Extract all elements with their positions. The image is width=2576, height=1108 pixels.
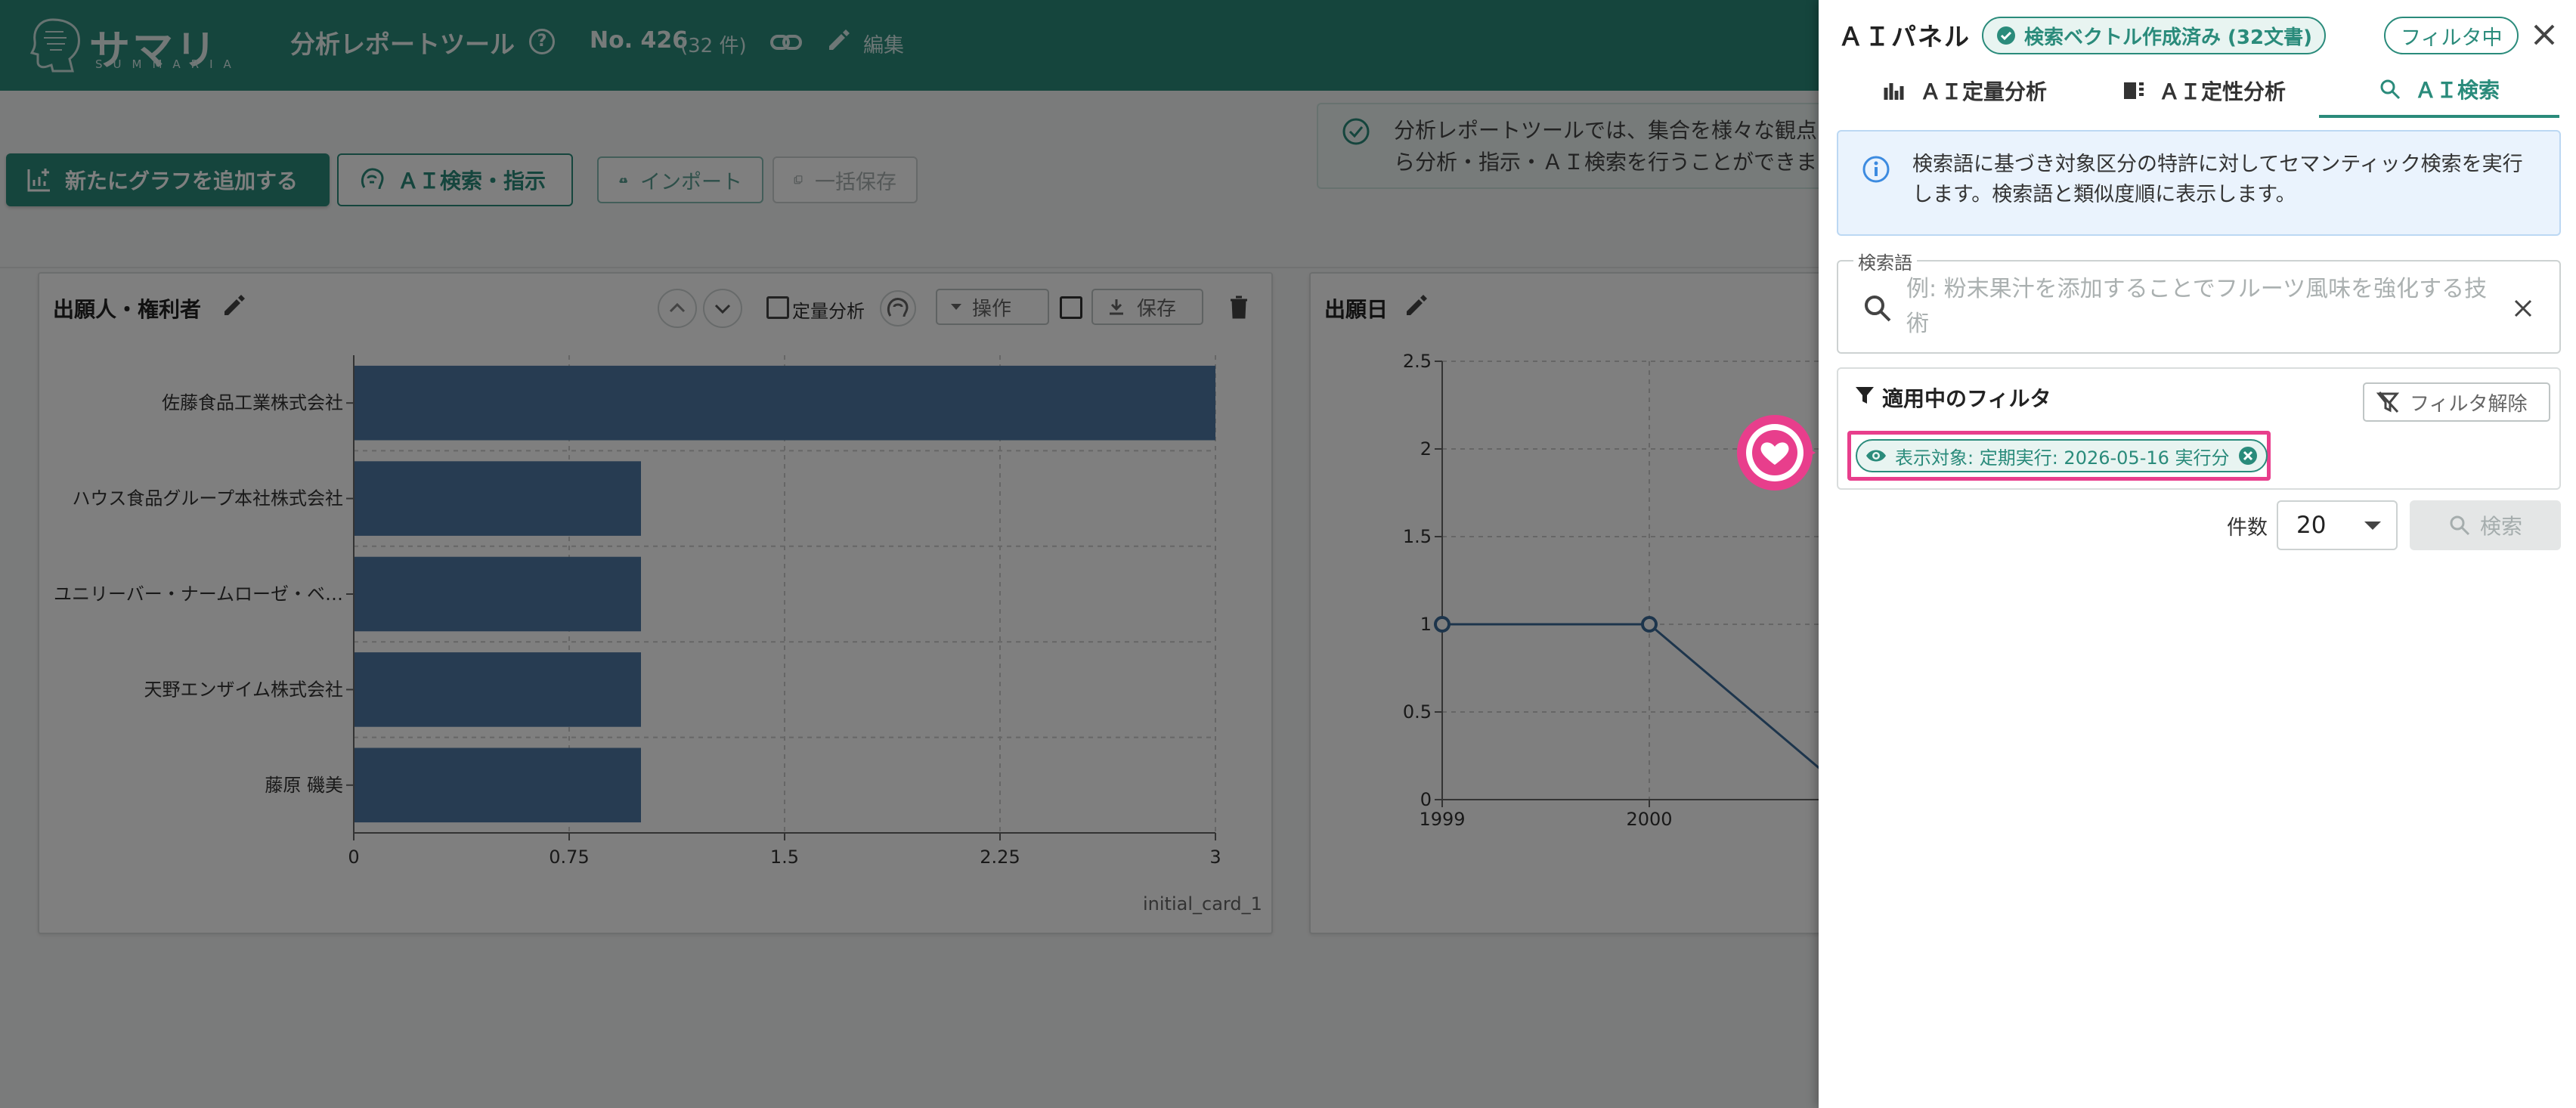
search-icon xyxy=(2380,79,2401,100)
tab-label: ＡＩ定量分析 xyxy=(1920,79,2048,104)
count-select[interactable]: 20 xyxy=(2277,500,2398,550)
panel-title: ＡＩパネル xyxy=(1838,22,1971,51)
info-box: 検索語に基づき対象区分の特許に対してセマンティック検索を実行します。検索語と類似… xyxy=(1837,130,2561,236)
filter-chip[interactable]: 表示対象: 定期実行: 2026-05-16 実行分 xyxy=(1856,439,2268,472)
bar-chart-icon xyxy=(1884,83,1904,100)
filter-active-chip[interactable]: フィルタ中 xyxy=(2384,17,2519,54)
search-icon xyxy=(1865,296,1891,322)
info-icon xyxy=(1862,156,1890,183)
caret-down-icon xyxy=(2364,522,2381,530)
filters-title: 適用中のフィルタ xyxy=(1882,386,2051,411)
ai-panel: ＡＩパネル 検索ベクトル作成済み (32文書) フィルタ中 ＡＩ定量分析 ＡＩ定… xyxy=(1819,0,2576,1108)
app-root: サマリア SUMMARIA 分析レポートツール ? No. 426 (32 件)… xyxy=(0,0,2576,1108)
vector-status-label: 検索ベクトル作成済み (32文書) xyxy=(2024,26,2312,49)
search-icon xyxy=(2450,515,2470,536)
tab-ai-search[interactable]: ＡＩ検索 xyxy=(2319,63,2559,118)
check-circle-icon xyxy=(1997,26,2015,45)
count-label: 件数 xyxy=(2227,516,2268,540)
active-filters: 適用中のフィルタ フィルタ解除 表示対象: 定期実行: 2026-05-16 実… xyxy=(1837,367,2561,490)
tab-ai-qual[interactable]: ＡＩ定性分析 xyxy=(2122,63,2286,118)
filter-off-icon xyxy=(2376,391,2400,413)
close-icon[interactable] xyxy=(2529,20,2559,50)
eye-icon xyxy=(1866,450,1886,462)
heart-pointer-icon xyxy=(1737,415,1816,491)
filter-chip-label: 表示対象: 定期実行: 2026-05-16 実行分 xyxy=(1895,447,2230,469)
clear-filters-button[interactable]: フィルタ解除 xyxy=(2363,382,2550,422)
search-field: 検索語 xyxy=(1837,248,2561,354)
tab-label: ＡＩ検索 xyxy=(2414,78,2500,103)
clear-icon[interactable] xyxy=(2509,295,2537,322)
panel-tabs: ＡＩ定量分析 ＡＩ定性分析 ＡＩ検索 xyxy=(1819,63,2576,118)
count-value: 20 xyxy=(2296,512,2327,539)
list-icon xyxy=(2124,82,2144,99)
filter-chip-highlight: 表示対象: 定期実行: 2026-05-16 実行分 xyxy=(1847,431,2271,481)
vector-status-badge: 検索ベクトル作成済み (32文書) xyxy=(1982,17,2326,54)
tab-ai-quant[interactable]: ＡＩ定量分析 xyxy=(1884,63,2047,118)
search-input[interactable] xyxy=(1906,272,2503,345)
search-button-label: 検索 xyxy=(2479,514,2522,539)
info-text: 検索語に基づき対象区分の特許に対してセマンティック検索を実行します。検索語と類似… xyxy=(1912,153,2523,206)
clear-filters-label: フィルタ解除 xyxy=(2410,392,2528,416)
modal-backdrop[interactable] xyxy=(0,0,1819,1108)
funnel-icon xyxy=(1856,387,1874,404)
tab-label: ＡＩ定性分析 xyxy=(2159,79,2287,104)
search-button[interactable]: 検索 xyxy=(2410,500,2561,550)
remove-filter-icon[interactable] xyxy=(2237,445,2259,466)
search-field-label: 検索語 xyxy=(1853,248,1917,274)
